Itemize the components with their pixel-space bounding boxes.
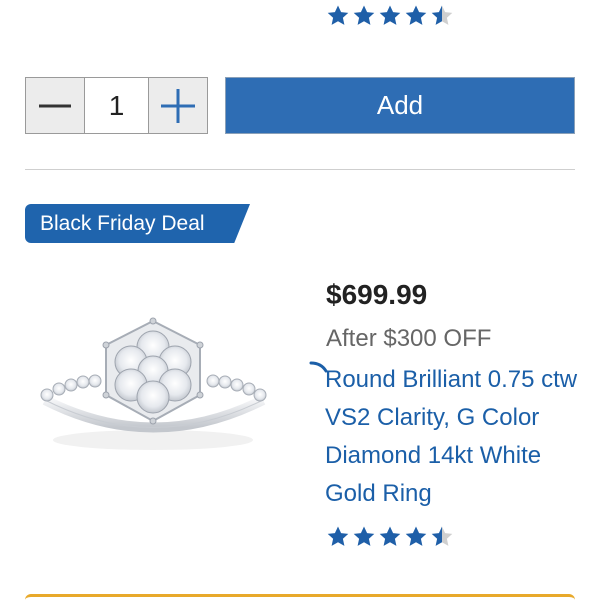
star-icon — [353, 526, 375, 546]
top-product-rating — [326, 4, 454, 28]
star-icon — [405, 526, 427, 546]
increase-quantity-button[interactable] — [149, 77, 208, 134]
star-icon — [353, 5, 375, 25]
minus-icon — [38, 104, 71, 107]
discount-text: After $300 OFF — [326, 325, 492, 352]
quantity-stepper: 1 — [25, 77, 208, 134]
decrease-quantity-button[interactable] — [25, 77, 84, 134]
star-icon — [431, 5, 453, 25]
star-icon — [327, 526, 349, 546]
deal-badge: Black Friday Deal — [25, 204, 250, 243]
star-icon — [327, 5, 349, 25]
divider — [25, 169, 575, 170]
diamond-ring-image — [40, 317, 267, 450]
product-title-link[interactable]: Round Brilliant 0.75 ctw VS2 Clarity, G … — [325, 361, 585, 513]
star-icon — [405, 5, 427, 25]
product-rating — [326, 525, 454, 549]
star-icon — [379, 526, 401, 546]
star-icon — [379, 5, 401, 25]
quantity-input[interactable]: 1 — [83, 77, 150, 134]
product-image[interactable] — [35, 315, 270, 460]
product-price: $699.99 — [326, 279, 428, 310]
add-to-cart-button[interactable]: Add — [225, 77, 575, 134]
star-icon — [431, 526, 453, 546]
plus-icon — [161, 88, 196, 123]
next-card-border — [25, 594, 575, 604]
